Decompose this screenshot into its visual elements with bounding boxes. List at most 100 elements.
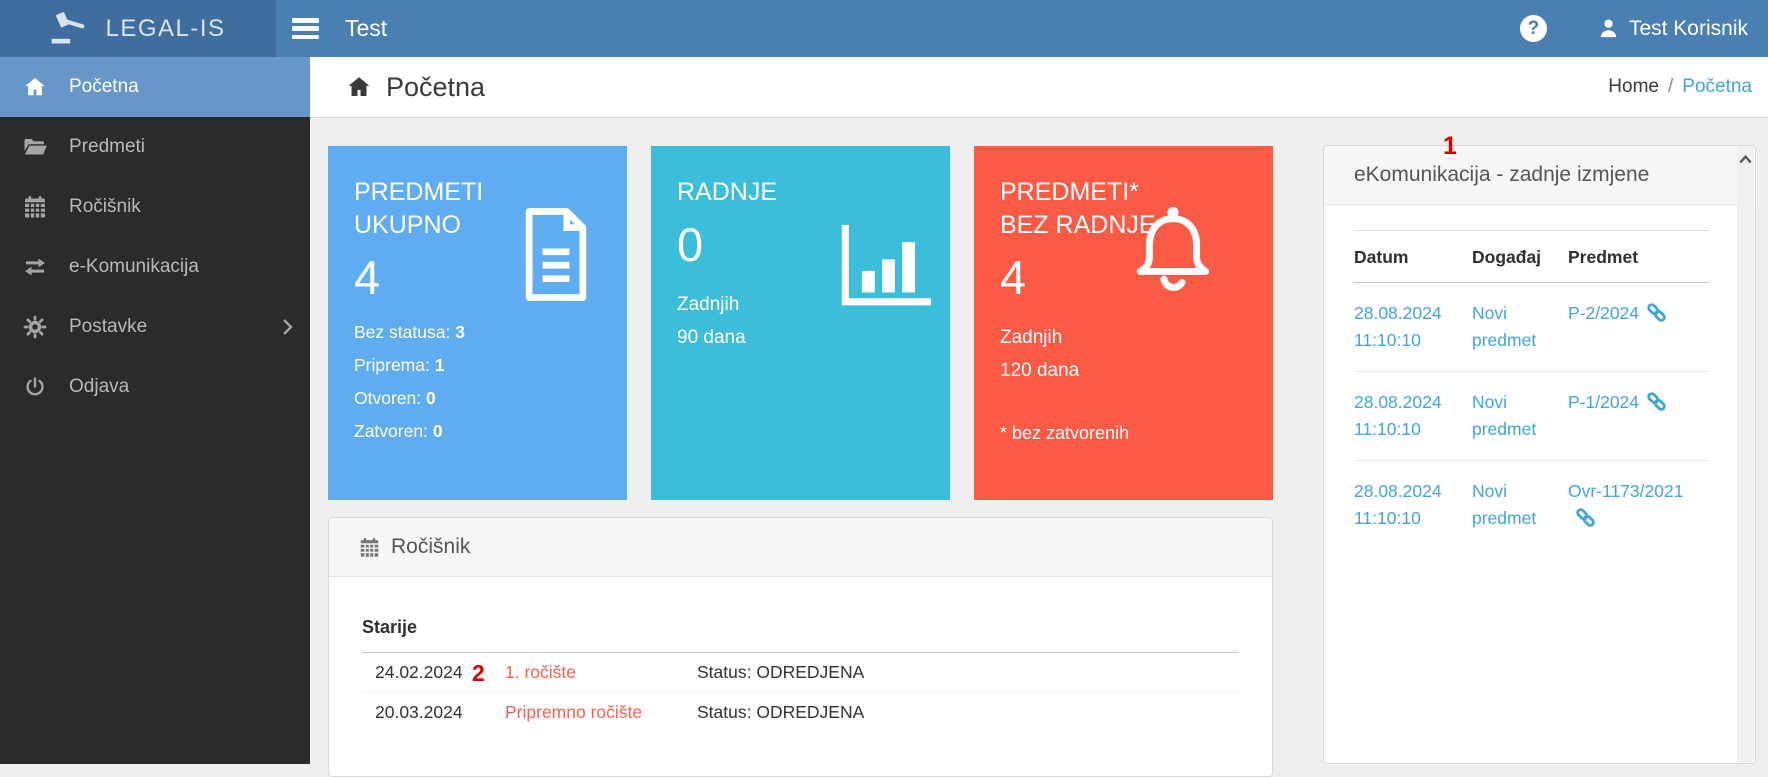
home-icon	[20, 75, 50, 99]
power-icon	[20, 376, 50, 398]
case-cell: Ovr-1173/2021	[1568, 461, 1709, 550]
sidebar: Početna Predmeti	[0, 57, 310, 764]
page-title-text: Početna	[386, 72, 485, 103]
case-link[interactable]: P-1/2024	[1568, 392, 1639, 412]
event-type: Novi predmet	[1472, 372, 1568, 461]
page-title: Početna	[345, 72, 485, 103]
detail-line: Priprema: 1	[354, 349, 601, 382]
column-header-datum: Datum	[1354, 231, 1472, 283]
annotation-marker-2: 2	[472, 660, 485, 687]
hearing-date: 24.02.2024	[375, 662, 505, 683]
help-button[interactable]: ?	[1520, 15, 1547, 42]
case-cell: P-2/2024	[1568, 283, 1709, 372]
question-mark-icon: ?	[1528, 18, 1540, 40]
table-row: 28.08.2024 11:10:10 Novi predmet P-1/202…	[1354, 372, 1709, 461]
sidebar-item-label: Predmeti	[69, 136, 145, 158]
home-icon	[345, 74, 373, 100]
ekomunikacija-panel-title: eKomunikacija - zadnje izmjene	[1354, 163, 1649, 187]
sidebar-item-label: e-Komunikacija	[69, 256, 199, 278]
sidebar-item-label: Ročišnik	[69, 196, 141, 218]
bar-chart-icon	[830, 222, 934, 314]
rocisnik-panel-title: Ročišnik	[391, 535, 470, 559]
annotation-marker-1: 1	[1443, 132, 1457, 161]
sidebar-item-label: Postavke	[69, 316, 147, 338]
card-title: RADNJE	[677, 176, 924, 209]
link-icon[interactable]	[1575, 507, 1596, 528]
gavel-icon	[50, 10, 92, 48]
card-radnje: RADNJE 0 Zadnjih 90 dana	[651, 146, 950, 500]
hearing-link[interactable]: Pripremno ročište	[505, 702, 697, 723]
event-datetime: 28.08.2024 11:10:10	[1354, 283, 1472, 372]
top-navbar: LEGAL-IS Test ? Test Korisnik	[0, 0, 1768, 57]
column-header-predmet: Predmet	[1568, 231, 1709, 283]
event-type: Novi predmet	[1472, 283, 1568, 372]
brand-logo[interactable]: LEGAL-IS	[0, 0, 276, 57]
sidebar-item-label: Odjava	[69, 376, 129, 398]
exchange-icon	[20, 255, 50, 279]
app-title: Test	[345, 15, 387, 42]
page-header: Početna Home / Početna	[310, 57, 1768, 118]
rocisnik-panel-header: Ročišnik	[329, 518, 1272, 577]
calendar-icon	[359, 537, 380, 558]
event-datetime: 28.08.2024 11:10:10	[1354, 461, 1472, 550]
detail-line: Zatvoren: 0	[354, 415, 601, 448]
table-header-row: Datum Događaj Predmet	[1354, 231, 1709, 283]
brand-name: LEGAL-IS	[105, 15, 225, 43]
scroll-up-icon[interactable]	[1739, 154, 1752, 164]
sidebar-item-pocetna[interactable]: Početna	[0, 57, 310, 117]
table-row: 28.08.2024 11:10:10 Novi predmet P-2/202…	[1354, 283, 1709, 372]
card-predmeti-ukupno: PREDMETI UKUPNO 4 Bez statusa: 3 Priprem…	[328, 146, 627, 500]
hearing-row: 20.03.2024 Pripremno ročište Status: ODR…	[362, 692, 1239, 732]
rocisnik-panel: Ročišnik Starije 24.02.2024 1. ročište S…	[328, 517, 1273, 777]
folder-open-icon	[20, 136, 50, 158]
hearing-status: Status: ODREDJENA	[697, 662, 864, 683]
breadcrumb-separator: /	[1668, 76, 1673, 98]
document-icon	[513, 206, 599, 303]
detail-line: Bez statusa: 3	[354, 316, 601, 349]
link-icon[interactable]	[1646, 391, 1667, 412]
user-icon	[1597, 17, 1620, 40]
event-type: Novi predmet	[1472, 461, 1568, 550]
case-cell: P-1/2024	[1568, 372, 1709, 461]
topbar-main: Test ? Test Korisnik	[276, 0, 1768, 57]
ekomunikacija-panel-header: eKomunikacija - zadnje izmjene	[1324, 146, 1755, 205]
ekomunikacija-table: Datum Događaj Predmet 28.08.2024 11:10:1…	[1354, 230, 1709, 549]
sidebar-toggle-button[interactable]	[292, 18, 319, 39]
case-link[interactable]: Ovr-1173/2021	[1568, 481, 1683, 501]
user-menu[interactable]: Test Korisnik	[1597, 17, 1748, 41]
calendar-icon	[20, 195, 50, 219]
sidebar-item-postavke[interactable]: Postavke	[0, 297, 310, 357]
bell-icon	[1123, 202, 1223, 302]
topbar-right: ? Test Korisnik	[1520, 15, 1748, 42]
detail-line: Otvoren: 0	[354, 382, 601, 415]
panel-scrollbar[interactable]	[1737, 147, 1754, 762]
card-footnote: * bez zatvorenih	[1000, 423, 1129, 444]
section-heading: Starije	[362, 603, 1239, 653]
hearing-row: 24.02.2024 1. ročište Status: ODREDJENA	[362, 653, 1239, 692]
column-header-dogadjaj: Događaj	[1472, 231, 1568, 283]
ekomunikacija-panel: eKomunikacija - zadnje izmjene Datum Dog…	[1323, 145, 1756, 764]
hearing-status: Status: ODREDJENA	[697, 702, 864, 723]
table-row: 28.08.2024 11:10:10 Novi predmet Ovr-117…	[1354, 461, 1709, 550]
sidebar-item-rocisnik[interactable]: Ročišnik	[0, 177, 310, 237]
gear-icon	[20, 315, 50, 339]
sidebar-item-odjava[interactable]: Odjava	[0, 357, 310, 417]
sidebar-item-predmeti[interactable]: Predmeti	[0, 117, 310, 177]
ekomunikacija-body: Datum Događaj Predmet 28.08.2024 11:10:1…	[1324, 205, 1755, 549]
link-icon[interactable]	[1646, 302, 1667, 323]
event-datetime: 28.08.2024 11:10:10	[1354, 372, 1472, 461]
breadcrumb-current-link[interactable]: Početna	[1682, 76, 1752, 98]
breadcrumb: Home / Početna	[1608, 76, 1752, 98]
sidebar-item-e-komunikacija[interactable]: e-Komunikacija	[0, 237, 310, 297]
breadcrumb-home-link[interactable]: Home	[1608, 76, 1659, 98]
hearing-link[interactable]: 1. ročište	[505, 662, 697, 683]
card-details: Bez statusa: 3 Priprema: 1 Otvoren: 0 Za…	[354, 316, 601, 448]
sidebar-item-label: Početna	[69, 76, 139, 98]
hearing-date: 20.03.2024	[375, 702, 505, 723]
rocisnik-body: Starije 24.02.2024 1. ročište Status: OD…	[329, 577, 1272, 732]
card-subtitle: Zadnjih 120 dana	[1000, 321, 1247, 387]
card-predmeti-bez-radnje: PREDMETI* BEZ RADNJE 4 Zadnjih 120 dana …	[974, 146, 1273, 500]
case-link[interactable]: P-2/2024	[1568, 303, 1639, 323]
user-name: Test Korisnik	[1629, 17, 1748, 41]
chevron-right-icon	[282, 318, 293, 336]
